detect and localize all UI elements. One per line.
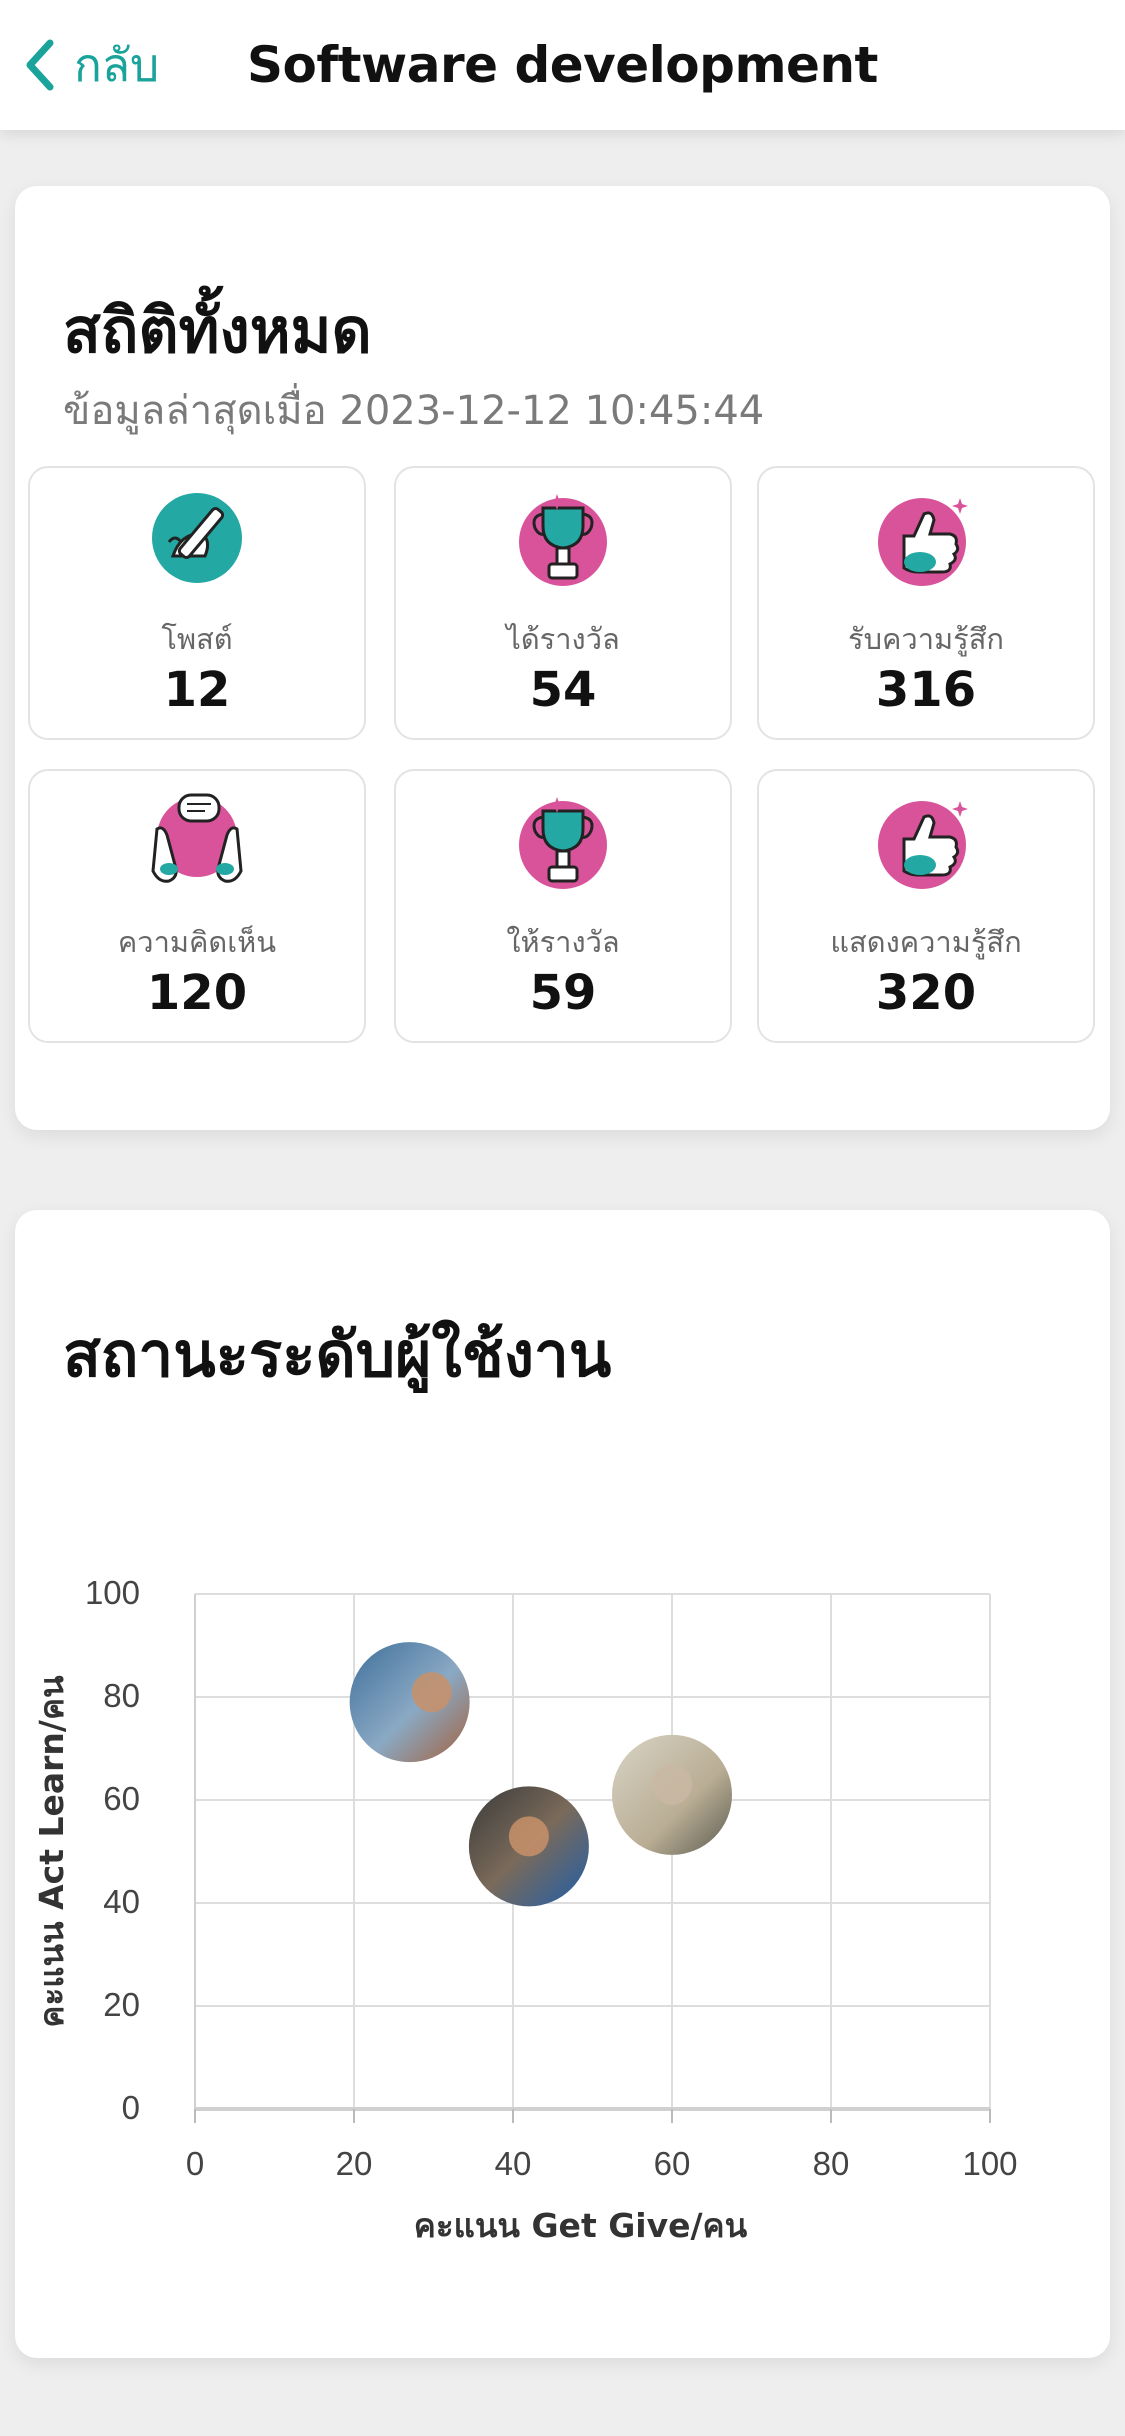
stat-label: ให้รางวัล: [506, 925, 620, 959]
stat-label: ความคิดเห็น: [117, 925, 277, 959]
x-tick-label: 60: [654, 2145, 691, 2182]
y-tick-label: 40: [103, 1883, 140, 1920]
x-tick-label: 100: [962, 2145, 1017, 2182]
avatar-face: [508, 1816, 549, 1857]
y-tick-label: 80: [103, 1677, 140, 1714]
post-pen-icon: [152, 493, 242, 583]
stat-label: โพสต์: [161, 622, 233, 656]
stat-value: 59: [529, 965, 597, 1021]
scatter-point[interactable]: [612, 1734, 732, 1855]
user-avatar[interactable]: [349, 1642, 470, 1763]
stat-awards-received[interactable]: ได้รางวัล 54: [394, 466, 732, 740]
scatter-point[interactable]: [349, 1642, 470, 1763]
stats-card: สถิติทั้งหมด ข้อมูลล่าสุดเมื่อ 2023-12-1…: [15, 186, 1110, 1130]
last-updated: ข้อมูลล่าสุดเมื่อ 2023-12-12 10:45:44: [63, 388, 765, 434]
y-axis-title: คะแนน Act Learn/คน: [32, 1675, 71, 2028]
stat-value: 12: [163, 662, 231, 718]
trophy-received-icon: [519, 494, 607, 586]
stat-value: 316: [875, 662, 977, 718]
top-bar: กลับ Software development: [0, 0, 1125, 130]
stat-label: รับความรู้สึก: [848, 622, 1004, 656]
stat-reactions-received[interactable]: รับความรู้สึก 316: [757, 466, 1095, 740]
x-tick-label: 0: [186, 2145, 204, 2182]
stat-label: ได้รางวัล: [506, 622, 620, 656]
scatter-point[interactable]: [468, 1786, 589, 1907]
stat-posts[interactable]: โพสต์ 12: [28, 466, 366, 740]
y-tick-label: 60: [103, 1780, 140, 1817]
stat-label: แสดงความรู้สึก: [830, 925, 1022, 959]
thumbs-up-given-icon: [878, 801, 968, 889]
stat-comments[interactable]: ความคิดเห็น 120: [28, 769, 366, 1043]
thumbs-up-received-icon: [878, 498, 968, 586]
stat-reactions-given[interactable]: แสดงความรู้สึก 320: [757, 769, 1095, 1043]
page-title: Software development: [247, 36, 878, 94]
x-axis-title: คะแนน Get Give/คน: [414, 2206, 748, 2245]
stat-value: 54: [529, 662, 597, 718]
x-tick-label: 20: [336, 2145, 373, 2182]
scatter-chart: 0 20 40 60 80 100 0 20 40 60 80 100 คะแนน Get Give/ค…: [32, 1574, 1018, 2245]
x-tick-label: 80: [813, 2145, 850, 2182]
avatar-face: [411, 1672, 452, 1713]
stats-title: สถิติทั้งหมด: [63, 294, 372, 367]
stat-value: 120: [146, 965, 248, 1021]
avatar-face: [652, 1764, 692, 1805]
user-level-card: สถานะระดับผู้ใช้งาน 0 20 40 60 80 100 0 20 40 60 8…: [15, 1210, 1110, 2358]
comment-hands-icon: [151, 793, 243, 883]
y-tick-label: 100: [85, 1574, 140, 1611]
trophy-given-icon: [519, 797, 607, 889]
y-tick-label: 0: [122, 2089, 140, 2126]
stat-awards-given[interactable]: ให้รางวัล 59: [394, 769, 732, 1043]
x-tick-label: 40: [495, 2145, 532, 2182]
y-tick-label: 20: [103, 1986, 140, 2023]
stat-value: 320: [875, 965, 977, 1021]
